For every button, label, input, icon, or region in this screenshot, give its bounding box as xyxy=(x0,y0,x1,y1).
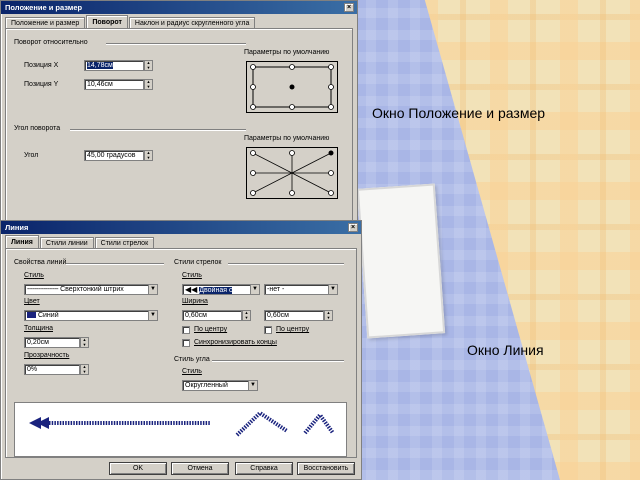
position-y-spinner[interactable]: ▲ ▼ xyxy=(144,79,153,90)
defaults-label-1: Параметры по умолчанию xyxy=(244,49,330,56)
line-dialog-title: Линия xyxy=(5,223,29,232)
arrow-style-label: Стиль xyxy=(182,272,202,279)
line-style-select[interactable]: ----------------- Сверхтонкий штрих ▼ xyxy=(24,284,158,295)
cancel-button[interactable]: Отмена xyxy=(171,462,229,475)
caption-position-window: Окно Положение и размер xyxy=(372,105,546,121)
color-value: Синий xyxy=(37,312,59,319)
pivot-point-grid[interactable] xyxy=(246,61,338,113)
chevron-down-icon: ▼ xyxy=(250,285,259,294)
transparency-label: Прозрачность xyxy=(24,352,70,359)
width-field[interactable]: 0,20см xyxy=(24,337,80,348)
arrow-width-label: Ширина xyxy=(182,298,208,305)
chevron-down-icon: ▼ xyxy=(328,285,337,294)
chevron-down-icon: ▼ xyxy=(148,311,157,320)
center-start-checkbox[interactable] xyxy=(182,326,190,334)
arrow-start-select[interactable]: ◀◀ Двойная с ▼ xyxy=(182,284,260,295)
position-x-value: 14,78см xyxy=(87,62,113,69)
transparency-field[interactable]: 0% xyxy=(24,364,80,375)
center-end-checkbox[interactable] xyxy=(264,326,272,334)
ok-button[interactable]: OK xyxy=(109,462,167,475)
group-divider xyxy=(106,43,246,44)
position-y-field[interactable]: 10,46см xyxy=(84,79,144,90)
arrow-width-end-value: 0,60см xyxy=(267,312,289,319)
tab-slant-corner[interactable]: Наклон и радиус скругленного угла xyxy=(128,17,256,28)
paper-note xyxy=(356,183,446,339)
color-label: Цвет xyxy=(24,298,40,305)
help-button[interactable]: Справка xyxy=(235,462,293,475)
position-x-spinner[interactable]: ▲ ▼ xyxy=(144,60,153,71)
transparency-spinner[interactable]: ▲ ▼ xyxy=(80,364,89,375)
line-preview-graphic xyxy=(29,410,335,437)
tab-position-size[interactable]: Положение и размер xyxy=(5,17,86,28)
position-dialog-title: Положение и размер xyxy=(5,3,83,12)
angle-field[interactable]: 45,00 градусов xyxy=(84,150,144,161)
arrow-width-end-field[interactable]: 0,60см xyxy=(264,310,324,321)
position-dialog-tabs: Положение и размер Поворот Наклон и ради… xyxy=(5,15,256,28)
center-start-label: По центру xyxy=(194,326,228,333)
arrow-group-label: Стили стрелок xyxy=(174,259,222,266)
position-dialog-titlebar: Положение и размер × xyxy=(1,1,357,14)
line-style-value: Сверхтонкий штрих xyxy=(60,286,124,293)
corner-style-value: Округленный xyxy=(185,382,228,389)
color-swatch-icon xyxy=(27,312,36,319)
line-dialog-titlebar: Линия × xyxy=(1,221,361,234)
position-x-field[interactable]: 14,78см xyxy=(84,60,144,71)
transparency-value: 0% xyxy=(27,366,38,373)
line-dialog: Линия × Линия Стили линии Стили стрелок … xyxy=(0,220,362,480)
dash-preview-icon: ----------------- xyxy=(27,286,59,293)
tab-line[interactable]: Линия xyxy=(5,235,39,248)
position-y-value: 10,46см xyxy=(87,81,113,88)
sync-ends-label: Синхронизировать концы xyxy=(194,339,277,346)
angle-spinner[interactable]: ▲ ▼ xyxy=(144,150,153,161)
corner-style-label: Стиль xyxy=(182,368,202,375)
group-divider xyxy=(212,360,344,361)
angle-presets-grid[interactable] xyxy=(246,147,338,199)
angle-presets-graphic xyxy=(250,150,334,196)
angle-group-label: Угол поворота xyxy=(14,125,61,132)
arrow-end-select[interactable]: -нет - ▼ xyxy=(264,284,338,295)
caption-line-window: Окно Линия xyxy=(467,342,544,358)
arrow-start-value: Двойная с xyxy=(199,287,233,294)
width-value: 0,20см xyxy=(27,339,49,346)
close-button[interactable]: × xyxy=(348,223,358,232)
angle-value: 45,00 градусов xyxy=(87,152,136,159)
group-divider xyxy=(70,129,246,130)
corner-style-select[interactable]: Округленный ▼ xyxy=(182,380,258,391)
tab-arrow-styles[interactable]: Стили стрелок xyxy=(94,237,155,248)
pivot-grid-graphic xyxy=(250,64,334,110)
group-divider xyxy=(228,263,344,264)
position-size-dialog: Положение и размер × Положение и размер … xyxy=(0,0,358,228)
arrow-width-start-value: 0,60см xyxy=(185,312,207,319)
width-spinner[interactable]: ▲ ▼ xyxy=(80,337,89,348)
close-button[interactable]: × xyxy=(344,3,354,12)
arrow-end-value: -нет - xyxy=(267,286,285,293)
rotation-panel: Поворот относительно Позиция X 14,78см ▲… xyxy=(5,28,353,225)
rotation-group-label: Поворот относительно xyxy=(14,39,88,46)
tab-rotation[interactable]: Поворот xyxy=(86,15,128,28)
tab-line-styles[interactable]: Стили линии xyxy=(39,237,94,248)
position-y-label: Позиция Y xyxy=(24,81,59,88)
width-label: Толщина xyxy=(24,325,53,332)
center-end-label: По центру xyxy=(276,326,310,333)
line-preview xyxy=(14,402,347,457)
arrow-width-start-spinner[interactable]: ▲ ▼ xyxy=(242,310,251,321)
angle-label: Угол xyxy=(24,152,39,159)
chevron-down-icon: ▼ xyxy=(148,285,157,294)
position-x-label: Позиция X xyxy=(24,62,59,69)
color-select[interactable]: Синий ▼ xyxy=(24,310,158,321)
sync-ends-checkbox[interactable] xyxy=(182,339,190,347)
group-divider xyxy=(66,263,164,264)
reset-button[interactable]: Восстановить xyxy=(297,462,355,475)
chevron-down-icon: ▼ xyxy=(248,381,257,390)
style-label: Стиль xyxy=(24,272,44,279)
corner-group-label: Стиль угла xyxy=(174,356,210,363)
arrow-width-start-field[interactable]: 0,60см xyxy=(182,310,242,321)
defaults-label-2: Параметры по умолчанию xyxy=(244,135,330,142)
arrow-width-end-spinner[interactable]: ▲ ▼ xyxy=(324,310,333,321)
line-props-label: Свойства линий xyxy=(14,259,67,266)
double-arrow-icon: ◀◀ xyxy=(185,285,198,294)
line-dialog-tabs: Линия Стили линии Стили стрелок xyxy=(5,235,155,248)
